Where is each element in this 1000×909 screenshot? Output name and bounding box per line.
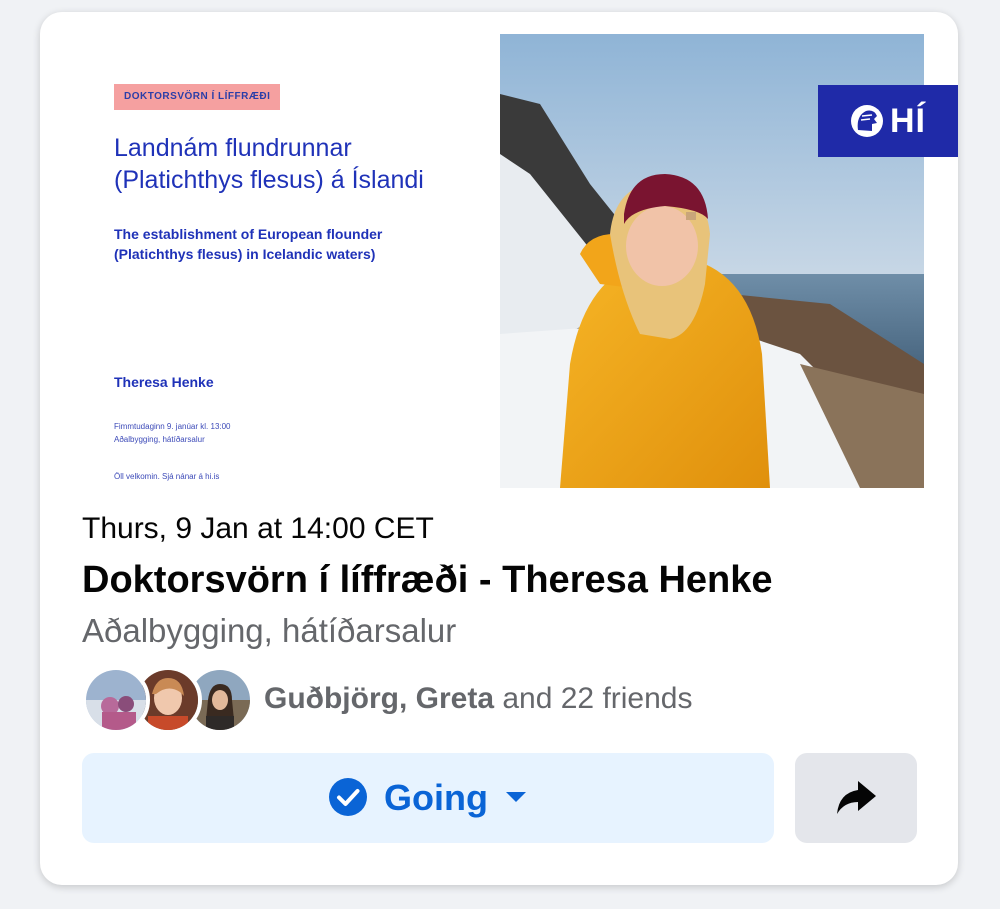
- friends-going-row[interactable]: Guðbjörg, Greta and 22 friends: [82, 664, 693, 734]
- friends-names[interactable]: Guðbjörg, Greta: [264, 682, 494, 715]
- friends-count: and 22 friends: [494, 682, 693, 715]
- poster-welcome: Öll velkomin. Sjá nánar á hi.is: [114, 472, 220, 481]
- athena-head-icon: [851, 105, 883, 137]
- poster-subtitle: The establishment of European flounder (…: [114, 224, 484, 264]
- share-button[interactable]: [795, 753, 917, 843]
- going-button[interactable]: Going: [82, 753, 774, 843]
- poster-title-line2: (Platichthys flesus) á Íslandi: [114, 166, 424, 194]
- share-arrow-icon: [834, 777, 878, 820]
- poster-presenter-name: Theresa Henke: [114, 374, 214, 390]
- avatar: [82, 666, 150, 734]
- poster-subtitle-line1: The establishment of European flounder: [114, 226, 383, 242]
- check-circle-icon: [328, 777, 368, 820]
- poster-subtitle-line2: (Platichthys flesus) in Icelandic waters…: [114, 246, 376, 262]
- university-logo: HÍ: [818, 85, 958, 157]
- poster-text-panel: DOKTORSVÖRN Í LÍFFRÆÐI Landnám flundrunn…: [82, 34, 500, 488]
- poster-details: Fimmtudaginn 9. janúar kl. 13:00 Aðalbyg…: [114, 420, 474, 446]
- friend-avatars: [82, 664, 254, 734]
- poster-details-line2: Aðalbygging, hátíðarsalur: [114, 435, 205, 444]
- going-label: Going: [384, 777, 488, 818]
- poster-title-line1: Landnám flundrunnar: [114, 134, 352, 162]
- event-title[interactable]: Doktorsvörn í líffræði - Theresa Henke: [82, 559, 942, 602]
- avatar-image: [86, 670, 146, 730]
- event-cover-image[interactable]: DOKTORSVÖRN Í LÍFFRÆÐI Landnám flundrunn…: [82, 34, 924, 488]
- logo-text: HÍ: [890, 101, 926, 140]
- event-location[interactable]: Aðalbygging, hátíðarsalur: [82, 612, 456, 650]
- friends-going-text: Guðbjörg, Greta and 22 friends: [264, 682, 693, 716]
- caret-down-icon: [504, 789, 528, 808]
- event-card[interactable]: DOKTORSVÖRN Í LÍFFRÆÐI Landnám flundrunn…: [40, 12, 958, 885]
- poster-title: Landnám flundrunnar (Platichthys flesus)…: [114, 132, 484, 196]
- event-date: Thurs, 9 Jan at 14:00 CET: [82, 512, 434, 545]
- poster-tag: DOKTORSVÖRN Í LÍFFRÆÐI: [114, 84, 281, 110]
- poster-details-line1: Fimmtudaginn 9. janúar kl. 13:00: [114, 422, 231, 431]
